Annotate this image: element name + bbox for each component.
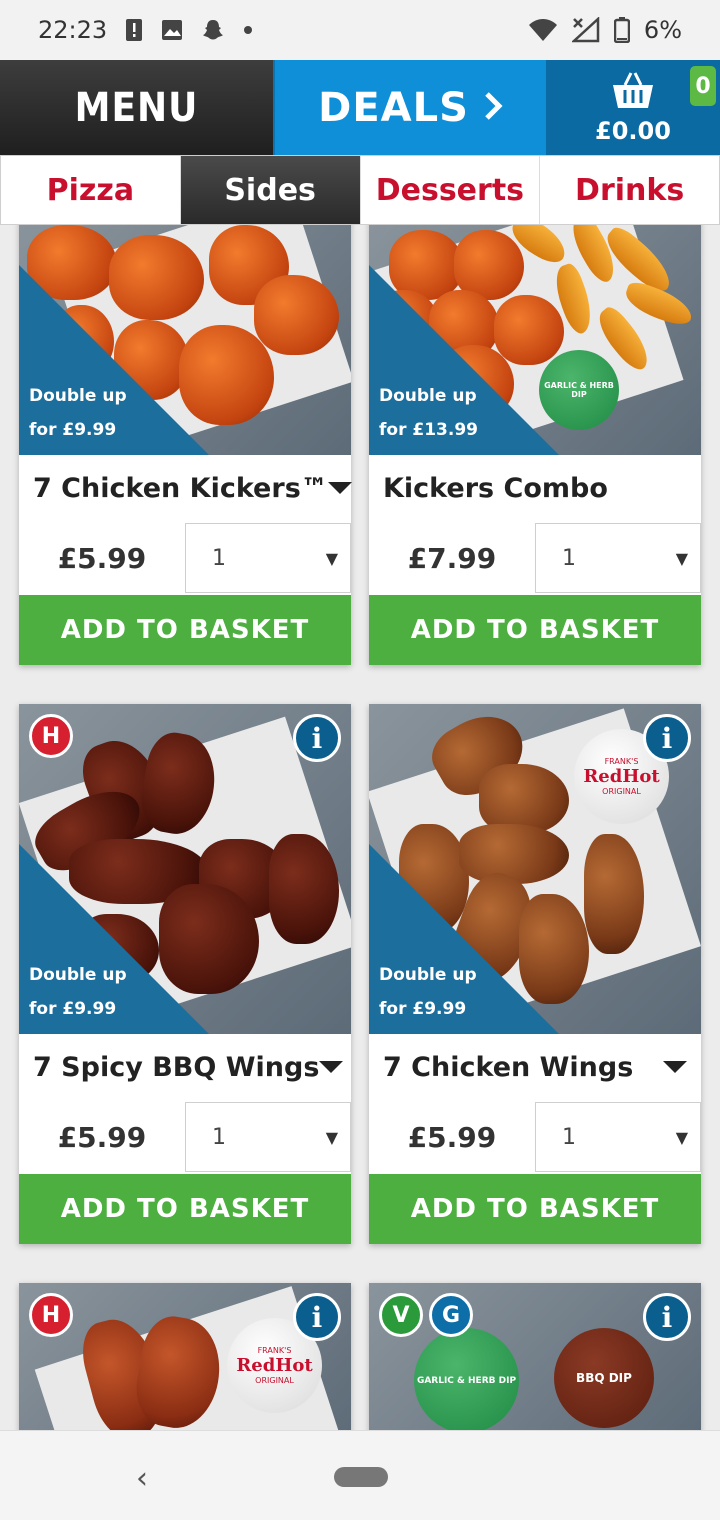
deals-button[interactable]: DEALS <box>273 60 546 155</box>
dropdown-arrow-icon: ▼ <box>675 1127 688 1147</box>
tab-drinks[interactable]: Drinks <box>540 156 719 224</box>
product-card: FRANK'S RedHot ORIGINAL Double up for £9… <box>369 704 701 1244</box>
dip-pot: GARLIC & HERB DIP <box>414 1328 519 1430</box>
status-bar: 22:23 6% <box>0 0 720 60</box>
product-title: 7 Chicken Wings <box>383 1051 634 1083</box>
product-card: Double up for £9.99 7 Chicken Kickers™ £… <box>19 225 352 665</box>
promo-label: Double up for £9.99 <box>29 386 127 440</box>
tab-desserts[interactable]: Desserts <box>361 156 541 224</box>
dip-pot: GARLIC & HERB DIP <box>539 350 619 430</box>
quantity-select[interactable]: 1 ▼ <box>535 523 701 593</box>
tab-pizza[interactable]: Pizza <box>1 156 181 224</box>
top-nav: MENU DEALS £0.00 0 <box>0 60 720 155</box>
alert-icon <box>125 18 143 42</box>
product-price: £5.99 <box>57 1120 147 1154</box>
info-icon[interactable]: i <box>293 714 341 762</box>
product-title-row[interactable]: 7 Chicken Kickers™ <box>19 455 352 521</box>
gluten-badge: G <box>429 1293 473 1337</box>
chevron-down-icon[interactable] <box>663 1061 687 1073</box>
promo-label: Double up for £9.99 <box>379 965 477 1019</box>
category-tabs: Pizza Sides Desserts Drinks <box>0 155 720 225</box>
add-to-basket-button[interactable]: ADD TO BASKET <box>19 1174 351 1244</box>
product-card: GARLIC & HERB DIP BBQ DIP V G i <box>369 1283 701 1430</box>
signal-icon <box>571 17 600 43</box>
image-icon <box>161 19 183 41</box>
info-icon[interactable]: i <box>643 714 691 762</box>
back-icon[interactable]: ‹ <box>136 1461 148 1496</box>
basket-button[interactable]: £0.00 0 <box>546 60 720 155</box>
product-price: £7.99 <box>407 541 497 575</box>
product-title-row[interactable]: 7 Spicy BBQ Wings <box>19 1034 351 1100</box>
product-title-row[interactable]: 7 Chicken Wings <box>369 1034 701 1100</box>
product-image[interactable]: Double up for £9.99 <box>19 225 351 455</box>
product-price: £5.99 <box>57 541 147 575</box>
chevron-right-icon <box>483 85 503 131</box>
hot-badge: H <box>29 714 73 758</box>
add-to-basket-button[interactable]: ADD TO BASKET <box>369 1174 701 1244</box>
dropdown-arrow-icon: ▼ <box>325 1127 338 1147</box>
quantity-select[interactable]: 1 ▼ <box>185 523 351 593</box>
promo-label: Double up for £13.99 <box>379 386 478 440</box>
product-title: Kickers Combo <box>383 472 608 504</box>
product-price: £5.99 <box>407 1120 497 1154</box>
snapchat-icon <box>201 18 225 42</box>
deals-label: DEALS <box>318 84 469 131</box>
basket-total: £0.00 <box>595 116 671 145</box>
product-image[interactable]: FRANK'S RedHot ORIGINAL Double up for £9… <box>369 704 701 1034</box>
dot-icon <box>243 25 253 35</box>
product-image[interactable]: GARLIC & HERB DIP Double up for £13.99 <box>369 225 701 455</box>
product-grid: Double up for £9.99 7 Chicken Kickers™ £… <box>0 225 720 1430</box>
product-title: 7 Chicken Kickers™ <box>33 472 328 504</box>
status-time: 22:23 <box>38 16 108 44</box>
chevron-down-icon[interactable] <box>319 1061 344 1073</box>
tab-sides[interactable]: Sides <box>180 156 361 224</box>
menu-button[interactable]: MENU <box>0 60 273 155</box>
product-card: FRANK'S RedHot ORIGINAL H i <box>19 1283 351 1430</box>
info-icon[interactable]: i <box>643 1293 691 1341</box>
product-title: 7 Spicy BBQ Wings <box>33 1051 320 1083</box>
product-image[interactable]: GARLIC & HERB DIP BBQ DIP V G i <box>369 1283 701 1430</box>
vegetarian-badge: V <box>379 1293 423 1337</box>
add-to-basket-button[interactable]: ADD TO BASKET <box>19 595 351 665</box>
dip-pot: BBQ DIP <box>554 1328 654 1428</box>
battery-level: 6% <box>643 16 682 44</box>
product-card: Double up for £9.99 H i 7 Spicy BBQ Wing… <box>19 704 351 1244</box>
system-nav-bar: ‹ <box>0 1430 720 1520</box>
promo-label: Double up for £9.99 <box>29 965 127 1019</box>
battery-icon <box>613 17 630 43</box>
dropdown-arrow-icon: ▼ <box>325 548 338 568</box>
wifi-icon <box>528 18 558 42</box>
product-title-row[interactable]: Kickers Combo <box>369 455 701 521</box>
product-card: GARLIC & HERB DIP Double up for £13.99 K… <box>369 225 701 665</box>
product-image[interactable]: FRANK'S RedHot ORIGINAL H i <box>19 1283 351 1430</box>
product-image[interactable]: Double up for £9.99 H i <box>19 704 351 1034</box>
hot-badge: H <box>29 1293 73 1337</box>
basket-icon <box>611 71 655 115</box>
basket-count-badge: 0 <box>690 66 716 106</box>
quantity-select[interactable]: 1 ▼ <box>185 1102 351 1172</box>
add-to-basket-button[interactable]: ADD TO BASKET <box>369 595 701 665</box>
dropdown-arrow-icon: ▼ <box>675 548 688 568</box>
status-right: 6% <box>528 16 682 44</box>
quantity-select[interactable]: 1 ▼ <box>535 1102 701 1172</box>
info-icon[interactable]: i <box>293 1293 341 1341</box>
status-left: 22:23 <box>38 16 528 44</box>
chevron-down-icon[interactable] <box>327 482 352 494</box>
home-pill[interactable] <box>334 1467 388 1487</box>
menu-label: MENU <box>74 84 199 131</box>
